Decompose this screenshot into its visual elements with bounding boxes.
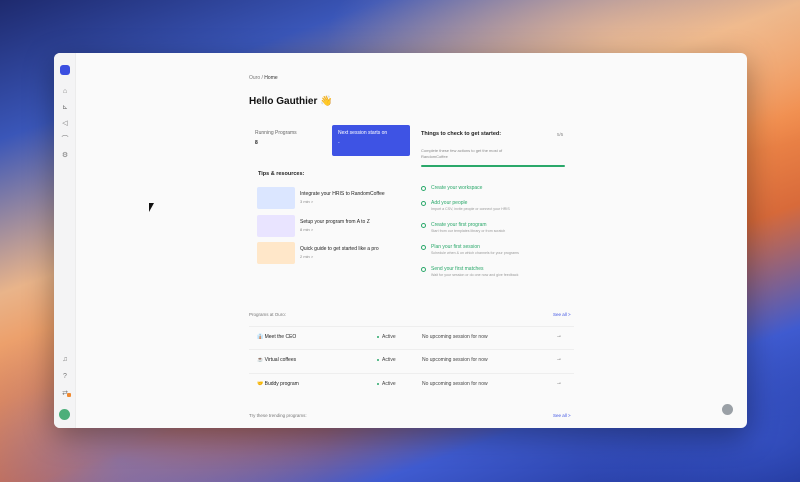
program-status: Active bbox=[377, 334, 396, 340]
checklist-item-subtitle: Wait for your session or do one now and … bbox=[431, 273, 519, 277]
tip-meta: 8 min > bbox=[300, 227, 314, 232]
arrow-right-icon[interactable]: → bbox=[556, 380, 562, 386]
arrow-right-icon[interactable]: → bbox=[556, 356, 562, 362]
next-session-card[interactable]: Next session starts on - bbox=[332, 125, 410, 156]
programs-see-all-link[interactable]: See all > bbox=[553, 312, 571, 317]
checklist-item-title: Create your workspace bbox=[431, 185, 483, 191]
next-session-value: - bbox=[338, 140, 340, 146]
trending-section-label: Try these trending programs: bbox=[249, 413, 307, 418]
checklist-progress-bar bbox=[421, 165, 565, 167]
next-session-label: Next session starts on bbox=[338, 130, 388, 136]
help-icon[interactable]: ? bbox=[61, 373, 69, 381]
chart-icon[interactable]: ⊾ bbox=[61, 104, 69, 112]
running-programs-card: Running Programs 8 bbox=[249, 125, 329, 156]
support-avatar[interactable] bbox=[722, 404, 733, 415]
tip-thumbnail bbox=[257, 242, 295, 264]
tip-title: Setup your program from A to Z bbox=[300, 219, 370, 225]
main-content: Ouro / Home Hello Gauthier 👋 Running Pro… bbox=[76, 53, 747, 428]
tip-title: Quick guide to get started like a pro bbox=[300, 246, 379, 252]
checklist-item-title: Create your first program bbox=[431, 222, 487, 228]
breadcrumb: Ouro / Home bbox=[249, 75, 278, 81]
tip-item[interactable]: Quick guide to get started like a pro 2 … bbox=[257, 242, 407, 264]
checklist-progress-fill bbox=[421, 165, 565, 167]
checklist-item-title: Plan your first session bbox=[431, 244, 480, 250]
status-dot bbox=[377, 358, 379, 361]
check-circle-icon bbox=[421, 245, 426, 250]
checklist-item-title: Add your people bbox=[431, 200, 468, 206]
home-icon[interactable]: ⌂ bbox=[61, 88, 69, 96]
sidebar-rail: ⌂ ⊾ ◁ ⌒ ⚙ ♫ ? ⇄ bbox=[54, 53, 76, 428]
notification-badge bbox=[67, 393, 71, 397]
status-dot bbox=[377, 335, 379, 338]
megaphone-icon[interactable]: ◁ bbox=[61, 120, 69, 128]
user-avatar[interactable] bbox=[59, 409, 70, 420]
program-row[interactable]: 👔 Meet the CEO Active No upcoming sessio… bbox=[249, 326, 574, 346]
checklist-description: Complete these few actions to get the mo… bbox=[421, 148, 503, 159]
program-name: ☕ Virtual coffees bbox=[257, 357, 297, 363]
program-row[interactable]: 🤝 Buddy program Active No upcoming sessi… bbox=[249, 373, 574, 393]
app-logo[interactable] bbox=[60, 65, 70, 75]
program-session: No upcoming session for now bbox=[422, 357, 488, 363]
program-status-text: Active bbox=[382, 357, 396, 363]
tip-meta: 3 min > bbox=[300, 199, 314, 204]
breadcrumb-separator: / bbox=[261, 75, 263, 81]
check-circle-icon bbox=[421, 186, 426, 191]
rss-icon[interactable]: ⌒ bbox=[61, 136, 69, 144]
bell-icon[interactable]: ♫ bbox=[61, 356, 69, 364]
status-dot bbox=[377, 382, 379, 385]
breadcrumb-root[interactable]: Ouro bbox=[249, 75, 260, 81]
settings-icon[interactable]: ⚙ bbox=[61, 152, 69, 160]
running-programs-label: Running Programs bbox=[255, 130, 297, 136]
program-session: No upcoming session for now bbox=[422, 334, 488, 340]
running-programs-value: 8 bbox=[255, 140, 258, 146]
tip-item[interactable]: Setup your program from A to Z 8 min > bbox=[257, 215, 407, 237]
programs-section-label: Programs at Ouro: bbox=[249, 312, 287, 317]
page-title: Hello Gauthier 👋 bbox=[249, 96, 333, 107]
checklist-title: Things to check to get started: bbox=[421, 131, 502, 137]
tip-title: Integrate your HRIS to RandomCoffee bbox=[300, 191, 385, 197]
check-circle-icon bbox=[421, 267, 426, 272]
tip-item[interactable]: Integrate your HRIS to RandomCoffee 3 mi… bbox=[257, 187, 407, 209]
tips-title: Tips & resources: bbox=[258, 171, 305, 177]
check-circle-icon bbox=[421, 201, 426, 206]
checklist-count: 5/5 bbox=[557, 132, 564, 137]
program-status-text: Active bbox=[382, 334, 396, 340]
arrow-right-icon[interactable]: → bbox=[556, 333, 562, 339]
checklist-item-subtitle: Import a CSV, invite people or connect y… bbox=[431, 207, 510, 211]
app-window: ⌂ ⊾ ◁ ⌒ ⚙ ♫ ? ⇄ Ouro / Home Hello Gauthi… bbox=[54, 53, 747, 428]
program-row[interactable]: ☕ Virtual coffees Active No upcoming ses… bbox=[249, 349, 574, 369]
check-circle-icon bbox=[421, 223, 426, 228]
checklist-item-subtitle: Schedule when & on which channels for yo… bbox=[431, 251, 519, 255]
program-status: Active bbox=[377, 357, 396, 363]
program-session: No upcoming session for now bbox=[422, 381, 488, 387]
checklist-panel: Things to check to get started: 5/5 Comp… bbox=[421, 131, 571, 277]
program-status: Active bbox=[377, 381, 396, 387]
program-status-text: Active bbox=[382, 381, 396, 387]
mouse-cursor bbox=[149, 203, 154, 212]
breadcrumb-current: Home bbox=[264, 75, 278, 81]
checklist-item-title: Send your first matches bbox=[431, 266, 484, 272]
tip-thumbnail bbox=[257, 215, 295, 237]
program-name: 🤝 Buddy program bbox=[257, 381, 299, 387]
checklist-item-subtitle: Start from our templates library or from… bbox=[431, 229, 506, 233]
program-name: 👔 Meet the CEO bbox=[257, 334, 297, 340]
trending-see-all-link[interactable]: See all > bbox=[553, 413, 571, 418]
tip-meta: 2 min > bbox=[300, 254, 314, 259]
tip-thumbnail bbox=[257, 187, 295, 209]
